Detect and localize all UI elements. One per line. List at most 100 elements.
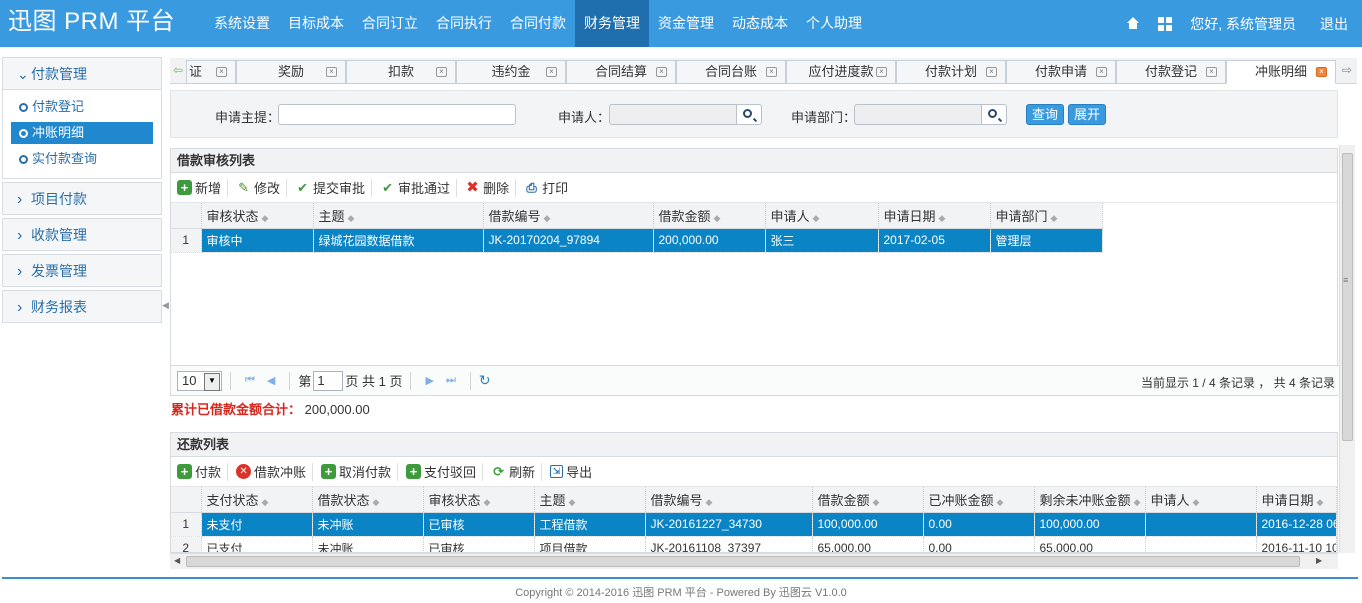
close-icon[interactable]: × — [986, 67, 997, 77]
column-header[interactable]: 借款编号 ◆ — [645, 487, 813, 513]
column-header[interactable]: 借款金额 ◆ — [812, 487, 924, 513]
sort-icon[interactable]: ◆ — [262, 213, 269, 223]
column-header[interactable]: 申请部门 ◆ — [990, 203, 1103, 229]
tab-7[interactable]: 付款计划 × — [896, 60, 1006, 84]
sidebar-group-4[interactable]: › 财务报表 — [2, 290, 162, 323]
nav-item-5[interactable]: 财务管理 — [575, 0, 649, 47]
sort-icon[interactable]: ◆ — [373, 497, 380, 507]
next-page-icon[interactable]: ▶ — [425, 374, 433, 387]
sort-icon[interactable]: ◆ — [484, 497, 491, 507]
close-icon[interactable]: × — [766, 67, 777, 77]
grid-icon[interactable] — [1158, 16, 1173, 31]
toolbar-button-1[interactable]: ✎ 修改 — [236, 178, 288, 197]
toolbar-button-3[interactable]: ✔ 审批通过 — [380, 178, 458, 197]
nav-item-8[interactable]: 个人助理 — [797, 0, 871, 47]
column-header[interactable]: 借款金额 ◆ — [653, 203, 766, 229]
sidebar-item-0[interactable]: 付款登记 — [11, 96, 153, 118]
subject-input[interactable] — [278, 104, 516, 125]
column-header[interactable]: 支付状态 ◆ — [201, 487, 313, 513]
tab-0[interactable]: 证 × — [186, 60, 236, 84]
vertical-scroll-thumb[interactable] — [1342, 153, 1353, 441]
close-icon[interactable]: × — [876, 67, 887, 77]
expand-button[interactable]: 展开 — [1068, 104, 1107, 125]
close-icon[interactable]: × — [436, 67, 447, 77]
sort-icon[interactable]: ◆ — [544, 213, 551, 223]
sort-icon[interactable]: ◆ — [262, 497, 269, 507]
sort-icon[interactable]: ◆ — [569, 497, 576, 507]
toolbar-button-2[interactable]: ✔ 提交审批 — [295, 178, 373, 197]
column-header[interactable]: 已冲账金额 ◆ — [923, 487, 1035, 513]
tab-10[interactable]: 冲账明细 × — [1226, 60, 1336, 84]
nav-item-4[interactable]: 合同付款 — [501, 0, 575, 47]
tab-2[interactable]: 扣款 × — [346, 60, 456, 84]
table-row[interactable]: 1 审核中 绿城花园数据借款 JK-20170204_97894 200,000.00 张… — [171, 228, 1103, 253]
sort-icon[interactable]: ◆ — [1134, 497, 1141, 507]
nav-item-0[interactable]: 系统设置 — [205, 0, 279, 47]
sidebar-group-0[interactable]: ⌄ 付款管理 — [2, 57, 162, 90]
column-header[interactable]: 审核状态 ◆ — [201, 203, 314, 229]
close-icon[interactable]: × — [1316, 67, 1327, 77]
close-icon[interactable]: × — [216, 67, 227, 77]
tab-3[interactable]: 违约金 × — [456, 60, 566, 84]
sidebar-group-3[interactable]: › 发票管理 — [2, 254, 162, 287]
close-icon[interactable]: × — [546, 67, 557, 77]
sort-icon[interactable]: ◆ — [706, 497, 713, 507]
sort-icon[interactable]: ◆ — [997, 497, 1004, 507]
nav-item-1[interactable]: 目标成本 — [279, 0, 353, 47]
nav-item-2[interactable]: 合同订立 — [353, 0, 427, 47]
toolbar-button-1[interactable]: ✕ 借款冲账 — [236, 462, 314, 481]
tab-6[interactable]: 应付进度款 × — [786, 60, 896, 84]
prev-page-icon[interactable]: ◀ — [267, 374, 275, 387]
applicant-input[interactable] — [609, 104, 737, 125]
column-header[interactable]: 借款编号 ◆ — [483, 203, 654, 229]
page-size-select[interactable]: 10 — [177, 370, 222, 391]
sidebar-group-1[interactable]: › 项目付款 — [2, 182, 162, 215]
sidebar-collapse-icon[interactable]: ◀ — [162, 300, 170, 320]
nav-item-6[interactable]: 资金管理 — [649, 0, 723, 47]
sidebar-group-2[interactable]: › 收款管理 — [2, 218, 162, 251]
column-header[interactable]: 主题 ◆ — [534, 487, 646, 513]
sort-icon[interactable]: ◆ — [1051, 213, 1058, 223]
close-icon[interactable]: × — [326, 67, 337, 77]
table-row[interactable]: 2 已支付 未冲账 已审核 项目借款 JK-20161108_37397 65,000.00… — [171, 536, 1337, 552]
refresh-icon[interactable]: ↻ — [479, 372, 491, 389]
close-icon[interactable]: × — [656, 67, 667, 77]
close-icon[interactable]: × — [1096, 67, 1107, 77]
sort-icon[interactable]: ◆ — [939, 213, 946, 223]
page-number-input[interactable]: 1 — [313, 370, 344, 391]
column-header[interactable]: 剩余未冲账金额 ◆ — [1034, 487, 1146, 513]
sort-icon[interactable]: ◆ — [1193, 497, 1200, 507]
scroll-right-icon[interactable]: ▶ — [1316, 556, 1322, 565]
tab-1[interactable]: 奖励 × — [236, 60, 346, 84]
column-header[interactable]: 申请人 ◆ — [765, 203, 879, 229]
column-header[interactable]: 申请人 ◆ — [1145, 487, 1257, 513]
sort-icon[interactable]: ◆ — [714, 213, 721, 223]
last-page-icon[interactable]: ⏭ — [446, 374, 456, 387]
toolbar-button-4[interactable]: ⟳ 刷新 — [491, 462, 543, 481]
column-header[interactable]: 申请日期 ◆ — [1256, 487, 1337, 513]
toolbar-button-0[interactable]: + 新增 — [177, 178, 229, 197]
sidebar-item-2[interactable]: 实付款查询 — [11, 148, 153, 170]
tab-8[interactable]: 付款申请 × — [1006, 60, 1116, 84]
applicant-search-button[interactable] — [737, 104, 762, 125]
sort-icon[interactable]: ◆ — [873, 497, 880, 507]
close-icon[interactable]: × — [1206, 67, 1217, 77]
toolbar-button-0[interactable]: + 付款 — [177, 462, 229, 481]
tab-5[interactable]: 合同台账 × — [676, 60, 786, 84]
query-button[interactable]: 查询 — [1026, 104, 1065, 125]
horizontal-scroll-thumb[interactable] — [186, 556, 1300, 567]
home-icon[interactable] — [1126, 16, 1140, 31]
vertical-scrollbar[interactable]: ≡ — [1339, 145, 1355, 553]
tab-scroll-left-icon[interactable]: ⇦ — [170, 61, 186, 79]
sort-icon[interactable]: ◆ — [1317, 497, 1324, 507]
toolbar-button-3[interactable]: + 支付驳回 — [406, 462, 484, 481]
dept-search-button[interactable] — [982, 104, 1007, 125]
tab-4[interactable]: 合同结算 × — [566, 60, 676, 84]
toolbar-button-5[interactable]: ⎙ 打印 — [524, 179, 574, 197]
column-header[interactable]: 审核状态 ◆ — [423, 487, 535, 513]
toolbar-button-4[interactable]: ✖ 删除 — [465, 178, 517, 197]
column-header[interactable]: 申请日期 ◆ — [878, 203, 991, 229]
toolbar-button-2[interactable]: + 取消付款 — [321, 462, 399, 481]
scroll-left-icon[interactable]: ◀ — [174, 556, 180, 565]
toolbar-button-5[interactable]: ⇲ 导出 — [550, 463, 598, 481]
